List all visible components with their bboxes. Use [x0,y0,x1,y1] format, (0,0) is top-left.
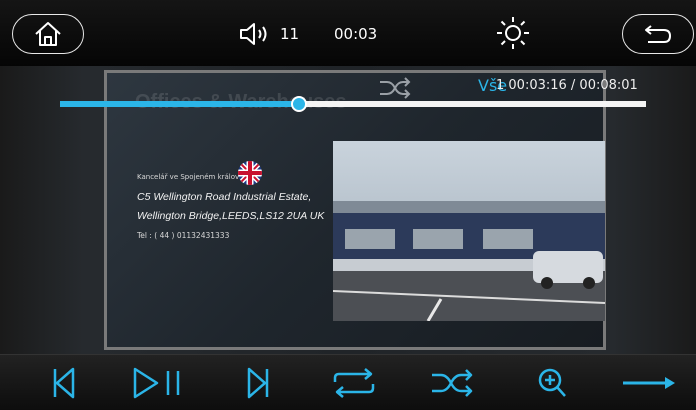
speaker-icon [240,23,267,45]
phone-number: Tel : ( 44 ) 01132431333 [137,231,230,240]
address-line-2: Wellington Bridge,LEEDS,LS12 2UA UK [137,210,325,222]
zoom-button[interactable] [532,365,572,401]
clock: 00:03 [334,25,378,43]
arrow-right-icon [623,377,675,389]
progress-thumb[interactable] [291,96,308,112]
track-time-info: 1 00:03:16 / 00:08:01 [496,78,638,93]
repeat-button[interactable] [330,365,378,401]
more-button[interactable] [620,365,678,401]
shuffle-button[interactable] [428,365,476,401]
warehouse-photo [333,141,605,321]
play-pause-icon [133,367,180,399]
play-pause-button[interactable] [132,365,184,401]
repeat-icon [333,368,375,398]
volume-indicator[interactable]: 11 [238,22,299,46]
progress-bar[interactable] [60,96,646,112]
brightness-button[interactable] [496,16,530,54]
progress-fill [60,101,300,107]
shuffle-icon [432,369,473,397]
uk-flag-icon [238,161,262,185]
address-block: Kancelář ve Spojeném království : C5 Wel… [137,173,337,240]
next-button[interactable] [238,365,278,401]
return-arrow-icon [645,25,671,43]
home-icon [35,22,61,46]
home-button[interactable] [12,14,84,54]
address-line-1: C5 Wellington Road Industrial Estate, [137,191,312,203]
playback-controls [0,354,696,410]
video-viewport[interactable]: Offices & Warehouses Kancelář ve Spojené… [0,66,696,354]
status-bar: 11 00:03 [0,0,696,66]
skip-previous-icon [53,367,75,399]
video-frame: Offices & Warehouses Kancelář ve Spojené… [104,70,606,350]
zoom-in-icon [538,368,566,397]
back-button[interactable] [622,14,694,54]
volume-level: 11 [280,25,300,43]
skip-next-icon [247,367,269,399]
sun-icon [497,17,529,49]
address-label: Kancelář ve Spojeném království : [137,173,257,181]
previous-button[interactable] [44,365,84,401]
shuffle-icon[interactable] [378,76,412,100]
